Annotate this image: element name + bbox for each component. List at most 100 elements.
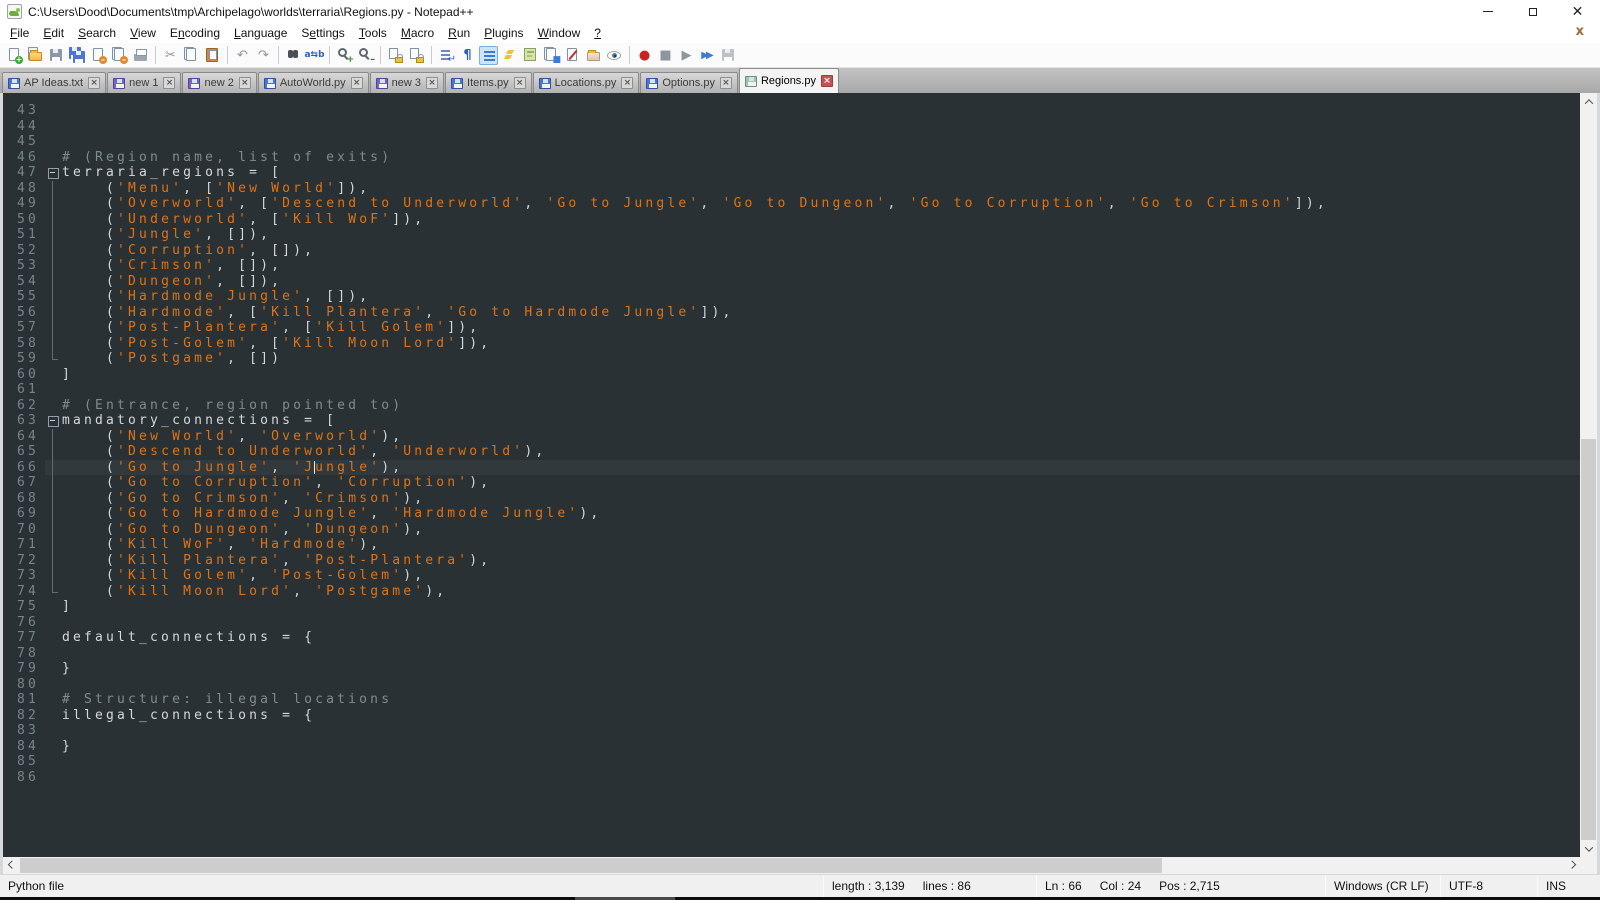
- sync-vertical-scroll-icon[interactable]: [386, 46, 405, 65]
- menu-help[interactable]: ?: [587, 24, 608, 42]
- code-text[interactable]: [62, 119, 1580, 135]
- line-number[interactable]: 83: [3, 723, 45, 739]
- code-line-77[interactable]: 77default_connections = {: [3, 630, 1580, 646]
- code-text[interactable]: [62, 382, 1580, 398]
- code-text[interactable]: }: [62, 739, 1580, 755]
- save-file-icon[interactable]: [47, 46, 66, 65]
- line-number[interactable]: 71: [3, 537, 45, 553]
- code-text[interactable]: ('Menu', ['New World']),: [62, 181, 1580, 197]
- line-number[interactable]: 57: [3, 320, 45, 336]
- code-text[interactable]: ('Postgame', []): [62, 351, 1580, 367]
- code-text[interactable]: ('Post-Golem', ['Kill Moon Lord']),: [62, 336, 1580, 352]
- show-indent-guide-icon[interactable]: [479, 46, 498, 65]
- code-line-61[interactable]: 61: [3, 382, 1580, 398]
- code-line-45[interactable]: 45: [3, 134, 1580, 150]
- code-line-71[interactable]: 71 ('Kill WoF', 'Hardmode'),: [3, 537, 1580, 553]
- line-number[interactable]: 68: [3, 491, 45, 507]
- code-line-51[interactable]: 51 ('Jungle', []),: [3, 227, 1580, 243]
- menu-search[interactable]: Search: [71, 24, 123, 42]
- line-number[interactable]: 59: [3, 351, 45, 367]
- save-macro-icon[interactable]: [719, 46, 738, 65]
- line-number[interactable]: 46: [3, 150, 45, 166]
- tab-close-icon[interactable]: ×: [514, 77, 526, 89]
- vertical-scrollbar[interactable]: [1580, 93, 1597, 857]
- code-text[interactable]: ('Overworld', ['Descend to Underworld', …: [62, 196, 1580, 212]
- line-number[interactable]: 69: [3, 506, 45, 522]
- line-number[interactable]: 54: [3, 274, 45, 290]
- stop-macro-icon[interactable]: ■: [656, 46, 675, 65]
- menubar-close-document-icon[interactable]: x: [1576, 24, 1584, 39]
- code-text[interactable]: ]: [62, 367, 1580, 383]
- code-line-80[interactable]: 80: [3, 677, 1580, 693]
- line-number[interactable]: 76: [3, 615, 45, 631]
- code-text[interactable]: illegal_connections = {: [62, 708, 1580, 724]
- tab-items-py[interactable]: Items.py×: [445, 72, 532, 93]
- line-number[interactable]: 67: [3, 475, 45, 491]
- line-number[interactable]: 80: [3, 677, 45, 693]
- minimize-button[interactable]: [1465, 0, 1510, 23]
- code-text[interactable]: [62, 615, 1580, 631]
- code-line-64[interactable]: 64 ('New World', 'Overworld'),: [3, 429, 1580, 445]
- vertical-scroll-track[interactable]: [1580, 110, 1597, 840]
- code-line-55[interactable]: 55 ('Hardmode Jungle', []),: [3, 289, 1580, 305]
- code-line-60[interactable]: 60]: [3, 367, 1580, 383]
- scroll-up-button[interactable]: [1580, 93, 1597, 110]
- code-text[interactable]: [62, 103, 1580, 119]
- code-line-49[interactable]: 49 ('Overworld', ['Descend to Underworld…: [3, 196, 1580, 212]
- line-number[interactable]: 49: [3, 196, 45, 212]
- code-text[interactable]: [62, 723, 1580, 739]
- code-line-52[interactable]: 52 ('Corruption', []),: [3, 243, 1580, 259]
- tab-new-2[interactable]: new 2×: [182, 72, 256, 93]
- zoom-in-icon[interactable]: +: [335, 46, 354, 65]
- line-number[interactable]: 86: [3, 770, 45, 786]
- find-icon[interactable]: [284, 46, 303, 65]
- code-line-73[interactable]: 73 ('Kill Golem', 'Post-Golem'),: [3, 568, 1580, 584]
- line-number[interactable]: 52: [3, 243, 45, 259]
- line-number[interactable]: 82: [3, 708, 45, 724]
- line-number[interactable]: 65: [3, 444, 45, 460]
- tab-new-3[interactable]: new 3×: [370, 72, 444, 93]
- vertical-scroll-thumb[interactable]: [1581, 439, 1596, 841]
- code-line-81[interactable]: 81# Structure: illegal locations: [3, 692, 1580, 708]
- tab-close-icon[interactable]: ×: [821, 75, 833, 87]
- code-line-86[interactable]: 86: [3, 770, 1580, 786]
- code-line-70[interactable]: 70 ('Go to Dungeon', 'Dungeon'),: [3, 522, 1580, 538]
- code-line-58[interactable]: 58 ('Post-Golem', ['Kill Moon Lord']),: [3, 336, 1580, 352]
- scroll-down-button[interactable]: [1580, 840, 1597, 857]
- fold-collapse-icon[interactable]: [45, 165, 62, 181]
- horizontal-scrollbar[interactable]: [3, 857, 1580, 874]
- line-number[interactable]: 72: [3, 553, 45, 569]
- code-line-59[interactable]: 59 ('Postgame', []): [3, 351, 1580, 367]
- code-line-63[interactable]: 63mandatory_connections = [: [3, 413, 1580, 429]
- tab-close-icon[interactable]: ×: [239, 77, 251, 89]
- fold-collapse-icon[interactable]: [45, 413, 62, 429]
- code-line-44[interactable]: 44: [3, 119, 1580, 135]
- zoom-out-icon[interactable]: –: [356, 46, 375, 65]
- code-text[interactable]: ('Corruption', []),: [62, 243, 1580, 259]
- code-text[interactable]: [62, 677, 1580, 693]
- code-text[interactable]: mandatory_connections = [: [62, 413, 1580, 429]
- code-line-43[interactable]: 43: [3, 103, 1580, 119]
- paste-icon[interactable]: [203, 46, 222, 65]
- menu-encoding[interactable]: Encoding: [163, 24, 227, 42]
- line-number[interactable]: 44: [3, 119, 45, 135]
- code-text[interactable]: default_connections = {: [62, 630, 1580, 646]
- tab-close-icon[interactable]: ×: [351, 77, 363, 89]
- menu-run[interactable]: Run: [441, 24, 477, 42]
- word-wrap-icon[interactable]: ↵: [437, 46, 456, 65]
- code-line-78[interactable]: 78: [3, 646, 1580, 662]
- undo-icon[interactable]: ↶: [233, 46, 252, 65]
- code-line-76[interactable]: 76: [3, 615, 1580, 631]
- tab-close-icon[interactable]: ×: [426, 77, 438, 89]
- line-number[interactable]: 47: [3, 165, 45, 181]
- horizontal-scroll-thumb[interactable]: [20, 858, 1162, 873]
- line-number[interactable]: 50: [3, 212, 45, 228]
- code-line-72[interactable]: 72 ('Kill Plantera', 'Post-Plantera'),: [3, 553, 1580, 569]
- line-number[interactable]: 66: [3, 460, 45, 476]
- document-peeker-icon[interactable]: [605, 46, 624, 65]
- code-text[interactable]: ('Go to Corruption', 'Corruption'),: [62, 475, 1580, 491]
- code-line-83[interactable]: 83: [3, 723, 1580, 739]
- maximize-restore-button[interactable]: [1510, 0, 1555, 23]
- line-number[interactable]: 48: [3, 181, 45, 197]
- code-line-62[interactable]: 62# (Entrance, region pointed to): [3, 398, 1580, 414]
